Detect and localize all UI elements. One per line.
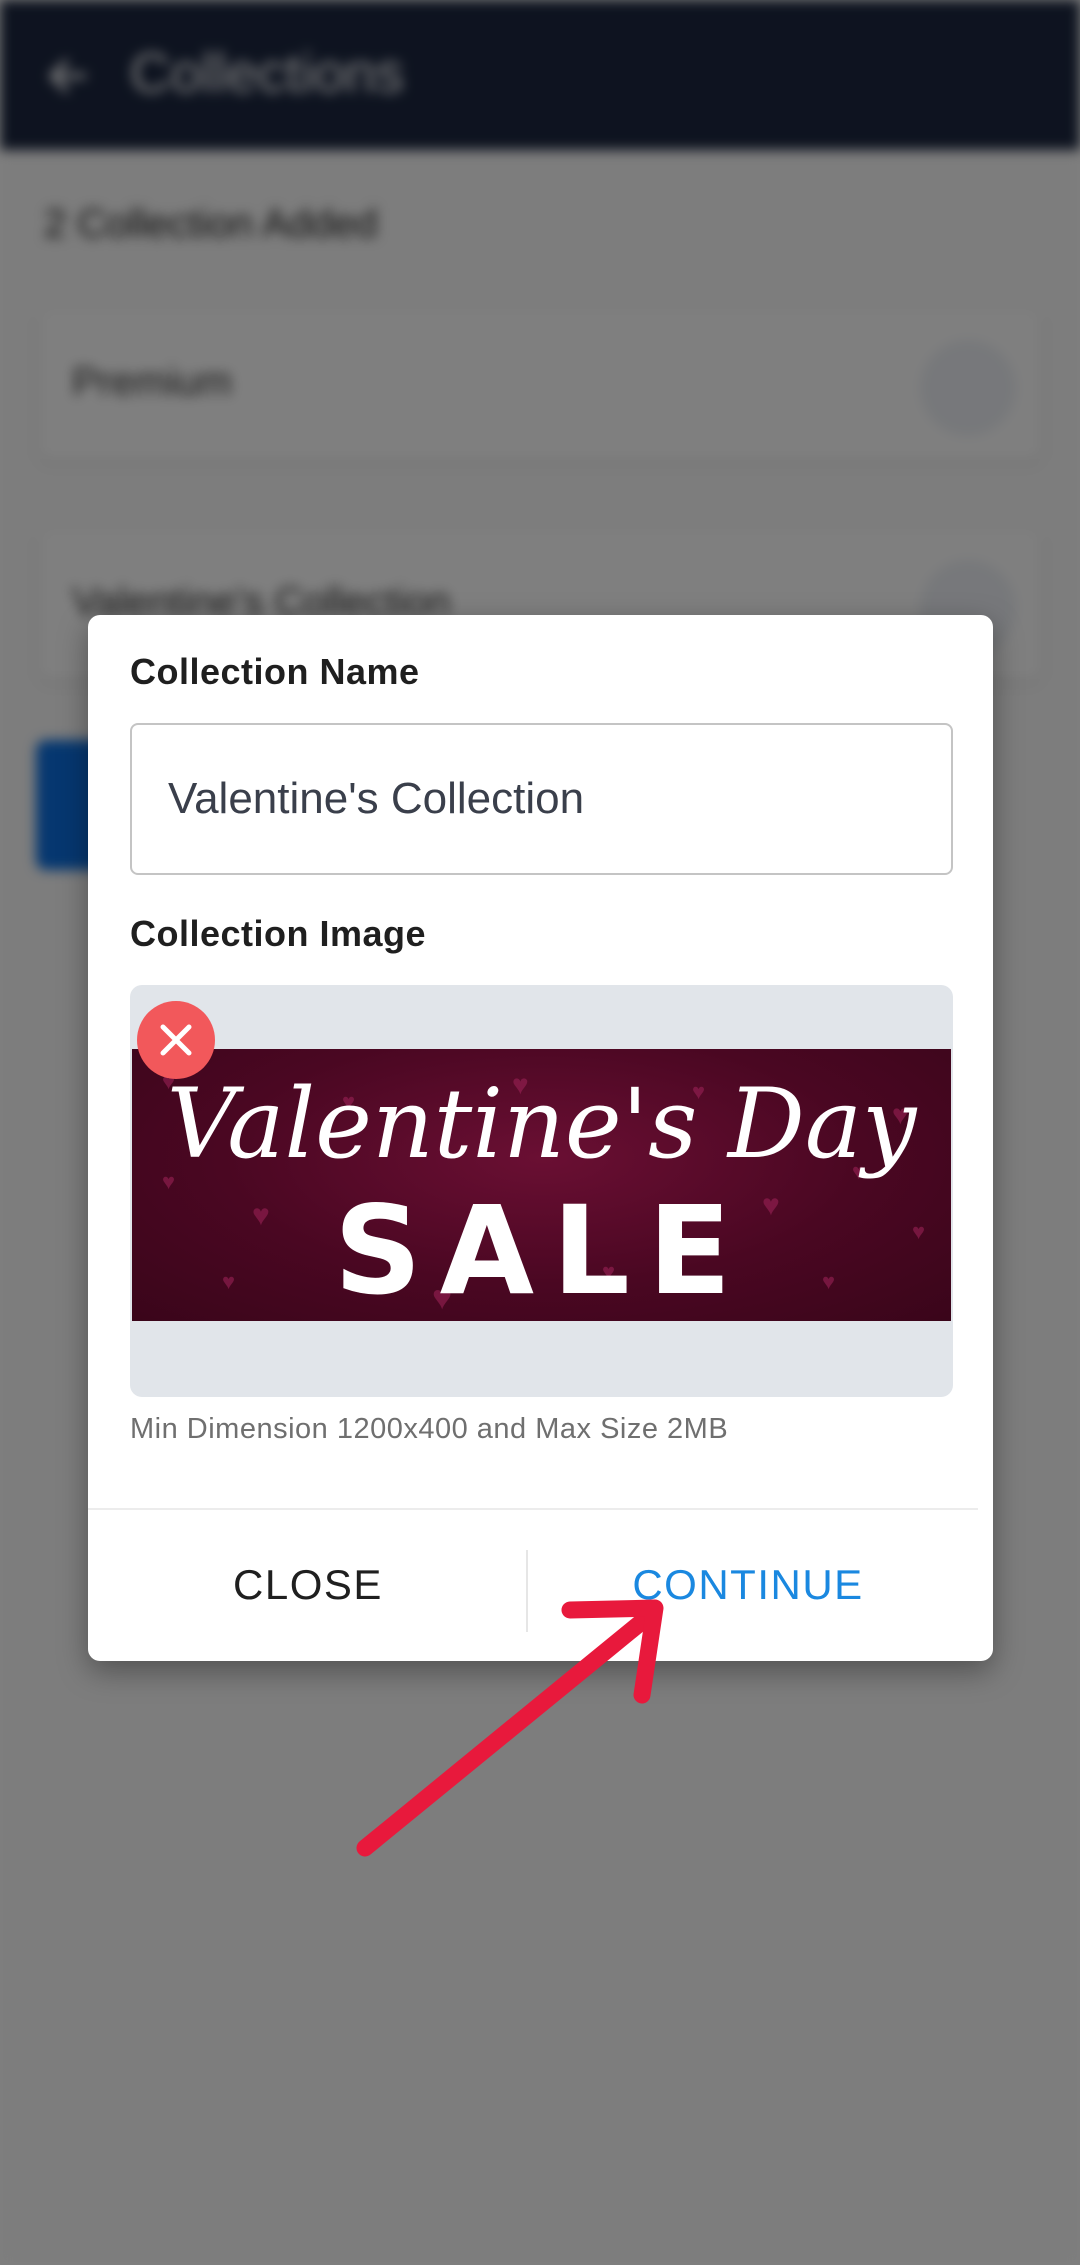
annotation-arrow-icon: [356, 1599, 664, 1857]
